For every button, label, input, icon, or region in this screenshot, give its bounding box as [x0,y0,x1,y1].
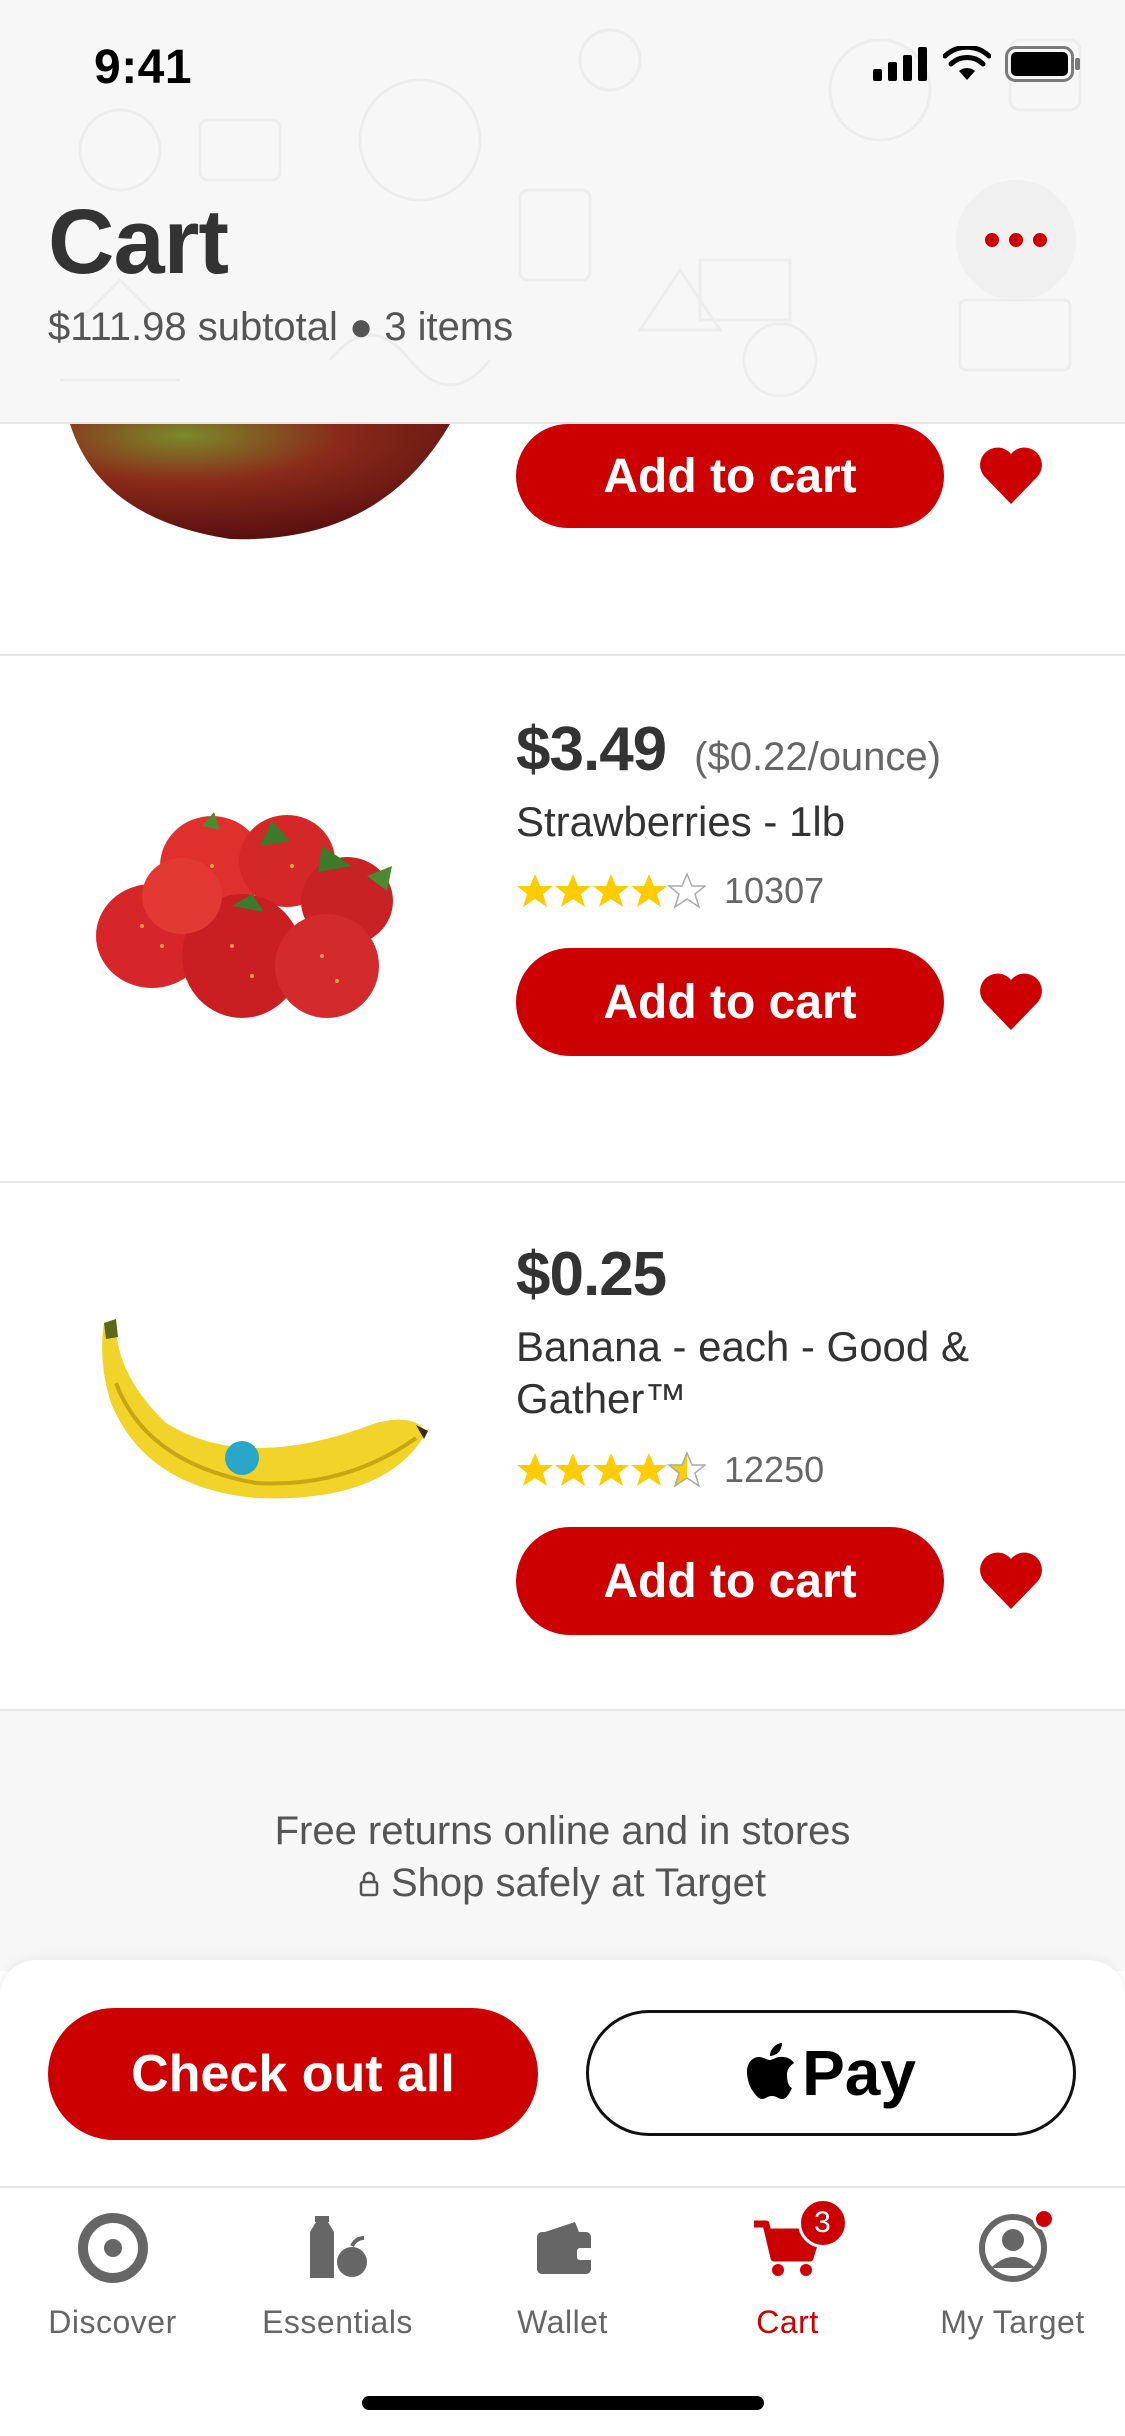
checkout-panel: Check out all Pay [0,1960,1125,2188]
cart-header: 9:41 Cart $111.98 subtotal ● 3 items [0,0,1125,424]
tab-discover[interactable]: Discover [0,2212,225,2362]
product-name[interactable]: Banana - each - Good & Gather™ [516,1321,976,1425]
heart-icon[interactable] [978,446,1044,506]
product-price: $0.25 [516,1240,667,1309]
strawberries-image [96,812,393,1018]
more-dot [1033,233,1047,247]
returns-info: Free returns online and in stores Shop s… [0,1711,1125,1971]
product-rating: 10307 [516,870,824,912]
notification-dot [1032,2208,1055,2230]
shop-safely-row: Shop safely at Target [0,1861,1125,1906]
more-dots-icon [985,233,999,247]
product-name[interactable]: Strawberries - 1lb [516,796,976,848]
more-options-button[interactable] [956,180,1076,300]
list-item: $3.49 ($0.22/ounce) Strawberries - 1lb 1… [0,656,1125,1183]
signal-icon [873,47,927,81]
wallet-icon [536,2222,593,2274]
cart-icon-wrap: 3 [752,2198,848,2284]
tab-label: Wallet [517,2304,608,2340]
rating-count: 12250 [724,1449,825,1490]
star-rating-icon [517,1451,706,1488]
price-row: $3.49 ($0.22/ounce) [516,714,941,785]
tab-cart[interactable]: 3 Cart [675,2198,900,2362]
product-rating: 12250 [516,1449,824,1491]
tab-wallet[interactable]: Wallet [450,2212,675,2362]
list-item: Add to cart [0,424,1125,656]
battery-icon [1005,46,1080,82]
essentials-icon [309,2216,367,2278]
cart-count-badge: 3 [797,2198,848,2248]
star-rating-icon [517,872,706,909]
apple-logo-icon [747,2043,795,2099]
home-indicator[interactable] [362,2396,764,2410]
heart-icon[interactable] [978,1551,1044,1611]
tab-label: Essentials [262,2304,413,2340]
cart-subtotal: $111.98 subtotal ● 3 items [48,305,514,349]
tab-my-target[interactable]: My Target [900,2208,1125,2362]
tab-label: Discover [48,2304,177,2340]
banana-image [102,1319,428,1499]
tab-label: My Target [940,2304,1085,2340]
status-icons [873,46,1081,82]
page-title: Cart [48,191,229,293]
mango-image [70,424,450,540]
heart-icon[interactable] [978,972,1044,1032]
add-to-cart-button[interactable]: Add to cart [516,948,944,1056]
status-time: 9:41 [94,41,193,94]
lock-icon [359,1871,379,1896]
rating-count: 10307 [724,870,825,911]
tab-label: Cart [756,2304,819,2340]
unit-price: ($0.22/ounce) [694,735,941,779]
product-price: $3.49 [516,715,667,784]
wifi-icon [943,46,991,80]
target-bullseye-icon [77,2213,148,2283]
check-out-all-button[interactable]: Check out all [48,2008,538,2140]
add-to-cart-button[interactable]: Add to cart [516,1527,944,1635]
list-item: $0.25 Banana - each - Good & Gather™ 122… [0,1183,1125,1711]
account-icon-wrap [977,2208,1055,2284]
apple-pay-label: Pay [802,2037,916,2109]
price-row: $0.25 [516,1239,667,1310]
tab-essentials[interactable]: Essentials [225,2212,450,2362]
add-to-cart-button[interactable]: Add to cart [516,424,944,528]
more-dot [1009,233,1023,247]
shop-safely-text: Shop safely at Target [390,1861,767,1905]
free-returns-text: Free returns online and in stores [274,1809,851,1853]
apple-pay-button[interactable]: Pay [586,2010,1076,2136]
